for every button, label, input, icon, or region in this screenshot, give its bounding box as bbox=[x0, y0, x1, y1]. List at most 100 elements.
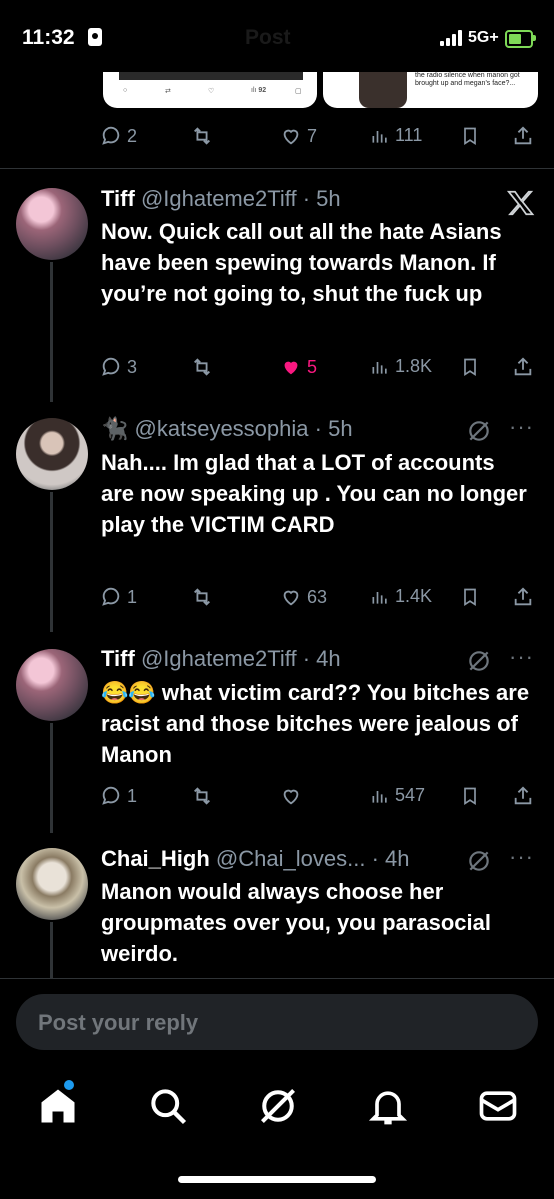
x-logo-icon[interactable] bbox=[504, 188, 536, 218]
reply-header: Tiff @Ighateme2Tiff · 5h bbox=[101, 186, 341, 212]
reply-button[interactable]: 1 bbox=[100, 586, 137, 608]
heart-icon bbox=[283, 789, 299, 805]
author-name[interactable]: Tiff bbox=[101, 646, 135, 671]
thread-line bbox=[50, 723, 53, 833]
reply-button[interactable]: 1 bbox=[100, 785, 137, 807]
views-icon bbox=[372, 591, 387, 604]
reply-text: Manon would always choose her groupmates… bbox=[101, 879, 492, 966]
heart-icon bbox=[283, 590, 299, 606]
more-options-icon[interactable]: ··· bbox=[509, 414, 534, 440]
like-button[interactable]: 63 bbox=[280, 586, 327, 608]
media-caption: the radio silence when manon got brought… bbox=[415, 72, 520, 87]
reply-text: Now. Quick call out all the hate Asians … bbox=[101, 219, 502, 306]
avatar[interactable] bbox=[16, 848, 88, 920]
avatar[interactable] bbox=[16, 188, 88, 260]
share-icon bbox=[514, 357, 532, 376]
share-button[interactable] bbox=[512, 125, 534, 147]
author-handle[interactable]: @Ighateme2Tiff bbox=[141, 646, 297, 671]
reply-icon bbox=[102, 126, 120, 145]
messages-icon[interactable] bbox=[476, 1084, 520, 1128]
bookmark-button[interactable] bbox=[460, 356, 480, 378]
views-icon bbox=[372, 361, 387, 374]
views-button[interactable]: 111 bbox=[370, 125, 422, 146]
reply-actions: 1 547 bbox=[100, 785, 540, 811]
media-photo bbox=[359, 72, 407, 108]
reply-header: 🐈‍⬛ @katseyessophia · 5h bbox=[101, 416, 353, 442]
grok-icon[interactable] bbox=[466, 418, 492, 444]
reply-header: Tiff @Ighateme2Tiff · 4h bbox=[101, 646, 341, 672]
like-count: 7 bbox=[307, 125, 318, 146]
author-handle[interactable]: @Ighateme2Tiff bbox=[141, 186, 297, 211]
author-name[interactable]: Chai_High bbox=[101, 846, 210, 871]
unread-dot bbox=[64, 1080, 74, 1090]
author-handle[interactable]: @Chai_loves... bbox=[216, 846, 366, 871]
views-count: 111 bbox=[395, 125, 423, 145]
repost-button[interactable] bbox=[190, 785, 214, 807]
like-count: 5 bbox=[307, 356, 318, 377]
views-button[interactable]: 1.8K bbox=[370, 356, 432, 377]
author-name[interactable]: Tiff bbox=[101, 186, 135, 211]
post-time: · 5h bbox=[302, 186, 341, 211]
thread-line bbox=[50, 492, 53, 632]
network-label: 5G+ bbox=[468, 29, 499, 46]
reply-input[interactable] bbox=[36, 994, 520, 1052]
reply-actions: 1 63 1.4K bbox=[100, 586, 540, 612]
more-options-icon[interactable]: ··· bbox=[509, 844, 534, 870]
thread-line bbox=[50, 262, 53, 402]
post-time: · 4h bbox=[371, 846, 410, 871]
bookmark-icon bbox=[464, 358, 476, 377]
share-icon bbox=[514, 786, 532, 805]
search-icon[interactable] bbox=[146, 1084, 190, 1128]
grok-icon[interactable] bbox=[466, 848, 492, 874]
share-button[interactable] bbox=[512, 785, 534, 807]
author-handle[interactable]: @katseyessophia bbox=[135, 416, 309, 441]
bookmark-button[interactable] bbox=[460, 125, 480, 147]
grok-icon[interactable] bbox=[466, 648, 492, 674]
share-button[interactable] bbox=[512, 356, 534, 378]
like-button[interactable]: 5 bbox=[280, 356, 317, 378]
repost-button[interactable] bbox=[190, 125, 214, 147]
repost-button[interactable] bbox=[190, 586, 214, 608]
views-button[interactable]: 1.4K bbox=[370, 586, 432, 607]
reply-text: 😂😂 what victim card?? You bitches are ra… bbox=[101, 680, 530, 767]
status-bar: 11:32 Post 5G+ bbox=[0, 0, 554, 80]
avatar[interactable] bbox=[16, 418, 88, 490]
grok-icon[interactable] bbox=[256, 1084, 300, 1128]
id-badge-icon bbox=[88, 28, 102, 46]
media-views: 92 bbox=[258, 87, 267, 94]
more-options-icon[interactable]: ··· bbox=[509, 644, 534, 670]
reply-actions: 3 5 1.8K bbox=[100, 356, 540, 382]
quoted-media-right[interactable]: the radio silence when manon got brought… bbox=[323, 72, 538, 108]
reply-button[interactable]: 2 bbox=[100, 125, 137, 147]
reply-icon bbox=[102, 786, 120, 805]
reply-icon bbox=[102, 357, 120, 376]
views-icon bbox=[372, 790, 387, 803]
post-time: · 5h bbox=[314, 416, 353, 441]
reply-icon bbox=[102, 587, 120, 606]
avatar[interactable] bbox=[16, 649, 88, 721]
share-button[interactable] bbox=[512, 586, 534, 608]
views-count: 547 bbox=[395, 785, 426, 805]
battery-icon bbox=[505, 30, 533, 48]
bookmark-button[interactable] bbox=[460, 586, 480, 608]
quoted-media-left[interactable]: ○ ⇄ ♡ ılı 92 ▢ bbox=[103, 72, 317, 108]
home-icon[interactable] bbox=[36, 1084, 80, 1128]
divider bbox=[0, 978, 554, 979]
heart-filled-icon bbox=[284, 361, 298, 375]
views-button[interactable]: 547 bbox=[370, 785, 425, 806]
thread-line bbox=[50, 922, 53, 978]
reply-button[interactable]: 3 bbox=[100, 356, 137, 378]
like-button[interactable]: 7 bbox=[280, 125, 317, 147]
views-icon bbox=[372, 130, 387, 143]
repost-button[interactable] bbox=[190, 356, 214, 378]
author-name[interactable]: 🐈‍⬛ bbox=[101, 416, 128, 441]
like-button[interactable] bbox=[280, 785, 302, 807]
notifications-icon[interactable] bbox=[366, 1084, 410, 1128]
repost-icon bbox=[194, 358, 210, 376]
reply-composer[interactable] bbox=[16, 994, 538, 1052]
home-indicator bbox=[178, 1176, 376, 1183]
bookmark-button[interactable] bbox=[460, 785, 480, 807]
reply-count: 3 bbox=[127, 356, 138, 377]
post-time: · 4h bbox=[302, 646, 341, 671]
clock: 11:32 bbox=[22, 26, 75, 49]
